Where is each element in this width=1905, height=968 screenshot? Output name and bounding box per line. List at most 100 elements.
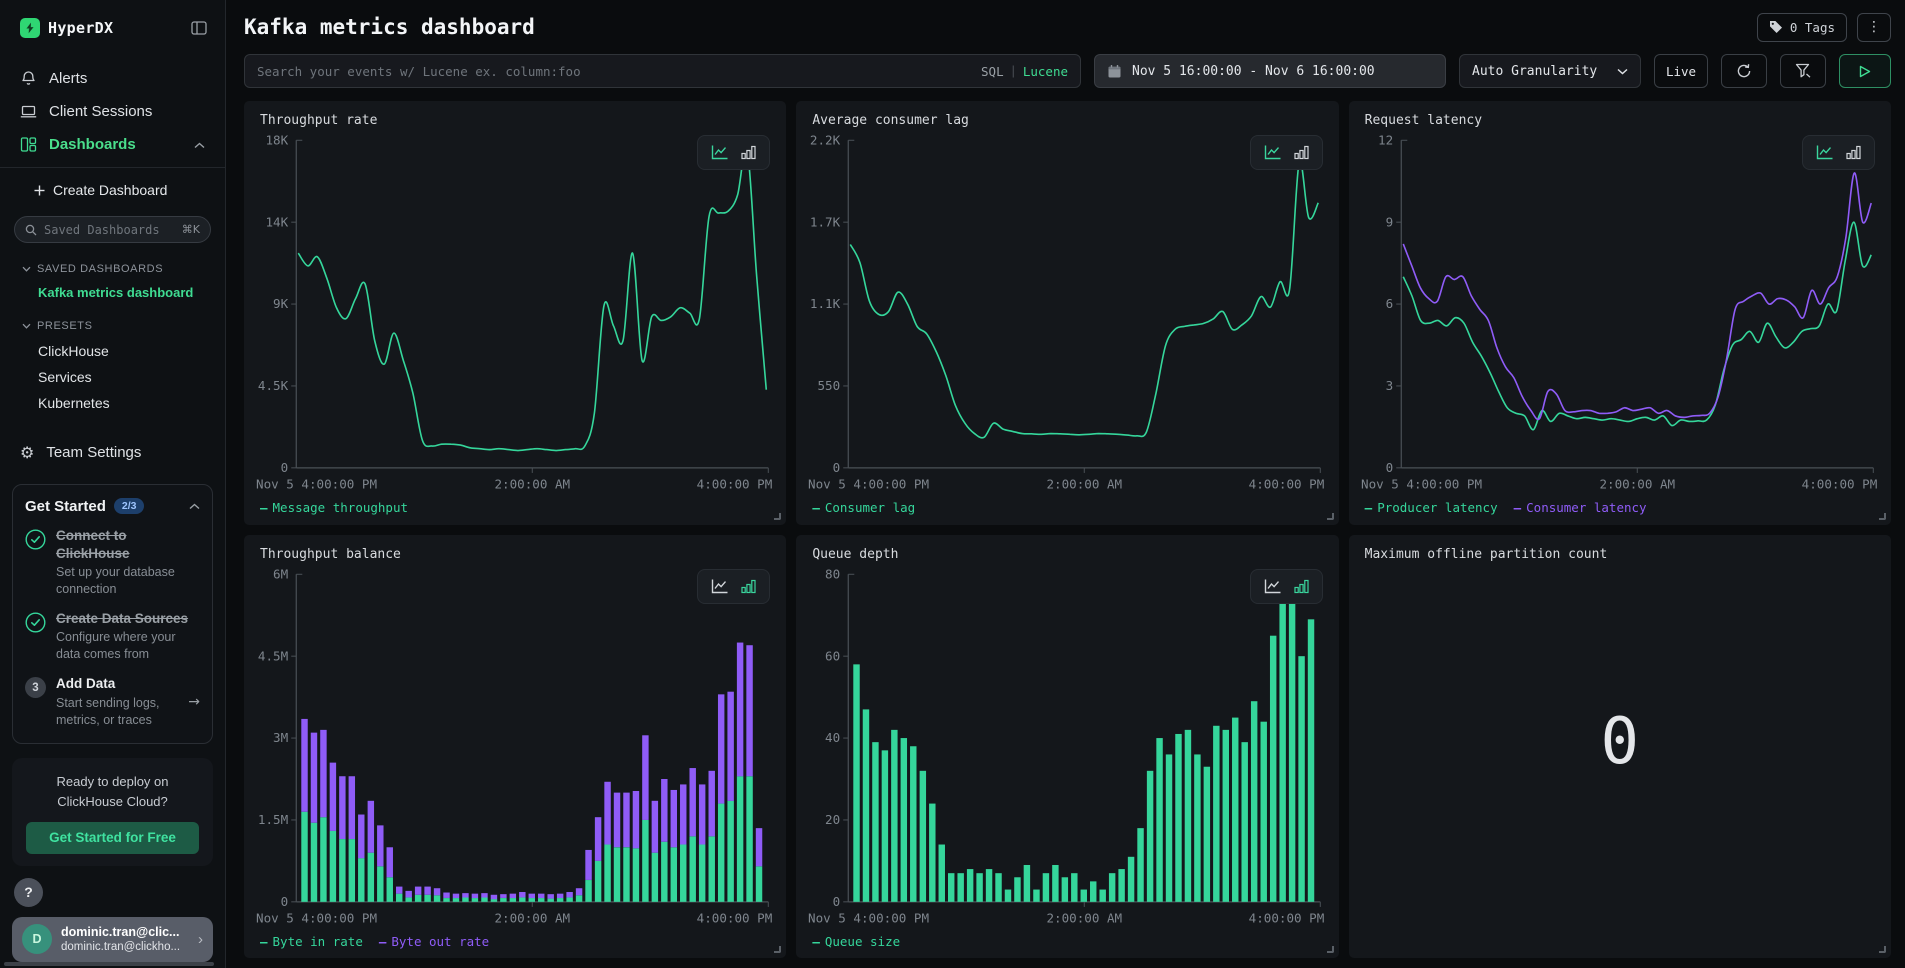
legend-item: —Producer latency xyxy=(1365,500,1498,515)
svg-text:Nov 5 4:00:00 PM: Nov 5 4:00:00 PM xyxy=(256,476,377,491)
svg-text:550: 550 xyxy=(818,378,841,393)
chart-canvas: 806040200Nov 5 4:00:00 PM2:00:00 AM4:00:… xyxy=(808,562,1326,931)
bar-chart-mode-icon[interactable] xyxy=(741,145,756,160)
sidebar-item-alerts[interactable]: Alerts xyxy=(12,64,213,93)
sidebar-collapse-icon[interactable] xyxy=(191,21,207,35)
resize-handle[interactable] xyxy=(774,513,781,520)
resize-handle[interactable] xyxy=(774,946,781,953)
chart-canvas: 6M4.5M3M1.5M0Nov 5 4:00:00 PM2:00:00 AM4… xyxy=(256,562,774,931)
bar-chart-mode-icon[interactable] xyxy=(1294,579,1309,594)
resize-handle[interactable] xyxy=(1327,513,1334,520)
presets-section[interactable]: PRESETS xyxy=(22,320,209,332)
svg-text:6M: 6M xyxy=(273,566,288,581)
svg-text:Nov 5 4:00:00 PM: Nov 5 4:00:00 PM xyxy=(808,910,929,925)
chart-mode-toolbar xyxy=(1802,135,1875,170)
svg-text:0: 0 xyxy=(833,893,841,908)
sidebar-item-kubernetes[interactable]: Kubernetes xyxy=(12,390,213,416)
sidebar-scrollbar[interactable] xyxy=(4,962,214,966)
lucene-toggle[interactable]: Lucene xyxy=(1023,64,1068,79)
legend-item: —Consumer lag xyxy=(812,500,915,515)
get-started-free-button[interactable]: Get Started for Free xyxy=(26,822,199,854)
svg-text:2:00:00 AM: 2:00:00 AM xyxy=(494,476,570,491)
panel-throughput-rate: Throughput rate18K14K9K4.5K0Nov 5 4:00:0… xyxy=(244,101,786,525)
bar-chart-mode-icon[interactable] xyxy=(1846,145,1861,160)
event-search-box[interactable]: SQL | Lucene xyxy=(244,54,1081,88)
resize-handle[interactable] xyxy=(1879,946,1886,953)
chart-legend: —Byte in rate —Byte out rate xyxy=(260,930,774,952)
chart-canvas: 18K14K9K4.5K0Nov 5 4:00:00 PM2:00:00 AM4… xyxy=(256,128,774,497)
svg-text:2:00:00 AM: 2:00:00 AM xyxy=(1047,910,1123,925)
chart-legend: —Message throughput xyxy=(260,497,774,519)
date-range-value: Nov 5 16:00:00 - Nov 6 16:00:00 xyxy=(1132,64,1375,79)
sidebar-item-team-settings[interactable]: ⚙ Team Settings xyxy=(12,438,213,467)
svg-text:40: 40 xyxy=(825,730,840,745)
svg-text:4:00:00 PM: 4:00:00 PM xyxy=(1801,476,1877,491)
saved-dashboards-section[interactable]: SAVED DASHBOARDS xyxy=(22,263,209,275)
saved-dashboards-search[interactable]: ⌘K xyxy=(14,216,211,243)
sidebar-item-clickhouse[interactable]: ClickHouse xyxy=(12,338,213,364)
help-button[interactable]: ? xyxy=(14,878,43,907)
chevron-down-icon xyxy=(22,266,31,272)
svg-text:2:00:00 AM: 2:00:00 AM xyxy=(494,910,570,925)
saved-dashboards-search-input[interactable] xyxy=(44,223,175,237)
event-search-input[interactable] xyxy=(257,64,973,79)
dashboard-grid: Throughput rate18K14K9K4.5K0Nov 5 4:00:0… xyxy=(244,101,1891,958)
divider xyxy=(0,167,225,168)
line-chart-mode-icon[interactable] xyxy=(1264,579,1281,594)
search-icon xyxy=(25,224,37,236)
line-chart-mode-icon[interactable] xyxy=(1264,145,1281,160)
date-range-picker[interactable]: Nov 5 16:00:00 - Nov 6 16:00:00 xyxy=(1094,54,1446,88)
filter-button[interactable] xyxy=(1780,54,1826,88)
svg-text:0: 0 xyxy=(1385,460,1393,475)
sidebar-item-kafka-dashboard[interactable]: Kafka metrics dashboard xyxy=(12,281,213,304)
get-started-step-datasources[interactable]: Create Data Sources Configure where your… xyxy=(25,610,200,663)
chevron-up-icon[interactable] xyxy=(189,497,200,515)
chart-canvas: 2.2K1.7K1.1K5500Nov 5 4:00:00 PM2:00:00 … xyxy=(808,128,1326,497)
kebab-icon: ⋮ xyxy=(1867,19,1881,35)
bar-chart-mode-icon[interactable] xyxy=(741,579,756,594)
refresh-icon xyxy=(1736,63,1752,79)
plus-icon xyxy=(34,185,45,196)
line-chart-mode-icon[interactable] xyxy=(711,579,728,594)
panel-title: Throughput balance xyxy=(260,547,774,562)
user-menu[interactable]: D dominic.tran@clic... dominic.tran@clic… xyxy=(12,917,213,962)
panel-throughput-balance: Throughput balance6M4.5M3M1.5M0Nov 5 4:0… xyxy=(244,535,786,959)
user-email: dominic.tran@clickho... xyxy=(61,940,180,955)
sidebar-item-client-sessions[interactable]: Client Sessions xyxy=(12,97,213,126)
svg-text:2:00:00 AM: 2:00:00 AM xyxy=(1047,476,1123,491)
progress-badge: 2/3 xyxy=(114,498,145,514)
shortcut-badge: ⌘K xyxy=(182,223,200,236)
get-started-step-add-data[interactable]: 3 Add Data Start sending logs, metrics, … xyxy=(25,675,200,728)
sidebar-item-services[interactable]: Services xyxy=(12,364,213,390)
svg-text:9: 9 xyxy=(1385,214,1393,229)
legend-item: —Byte out rate xyxy=(379,934,489,949)
line-chart-mode-icon[interactable] xyxy=(711,145,728,160)
sidebar-nav: Alerts Client Sessions Dashboards xyxy=(12,64,213,159)
legend-item: —Message throughput xyxy=(260,500,408,515)
tags-button[interactable]: 0 Tags xyxy=(1757,13,1847,42)
svg-text:4:00:00 PM: 4:00:00 PM xyxy=(1249,910,1325,925)
svg-text:4.5K: 4.5K xyxy=(258,378,289,393)
granularity-select[interactable]: Auto Granularity xyxy=(1459,54,1641,88)
bar-chart-mode-icon[interactable] xyxy=(1294,145,1309,160)
sidebar-item-dashboards[interactable]: Dashboards xyxy=(12,130,213,159)
run-query-button[interactable] xyxy=(1839,54,1891,88)
line-chart-mode-icon[interactable] xyxy=(1816,145,1833,160)
svg-text:18K: 18K xyxy=(266,132,289,147)
get-started-step-connect[interactable]: Connect to ClickHouse Set up your databa… xyxy=(25,527,200,598)
chart-legend: —Producer latency—Consumer latency xyxy=(1365,497,1879,519)
svg-text:4:00:00 PM: 4:00:00 PM xyxy=(1249,476,1325,491)
more-options-button[interactable]: ⋮ xyxy=(1857,13,1891,42)
svg-text:0: 0 xyxy=(833,460,841,475)
resize-handle[interactable] xyxy=(1327,946,1334,953)
resize-handle[interactable] xyxy=(1879,513,1886,520)
create-dashboard-button[interactable]: Create Dashboard xyxy=(12,178,213,202)
svg-text:0: 0 xyxy=(281,893,289,908)
legend-item: —Byte in rate xyxy=(260,934,363,949)
sql-toggle[interactable]: SQL xyxy=(981,64,1004,79)
chart-mode-toolbar xyxy=(1250,135,1323,170)
live-button[interactable]: Live xyxy=(1654,54,1708,88)
refresh-button[interactable] xyxy=(1721,54,1767,88)
panel-title: Average consumer lag xyxy=(812,113,1326,128)
svg-text:12: 12 xyxy=(1378,132,1393,147)
